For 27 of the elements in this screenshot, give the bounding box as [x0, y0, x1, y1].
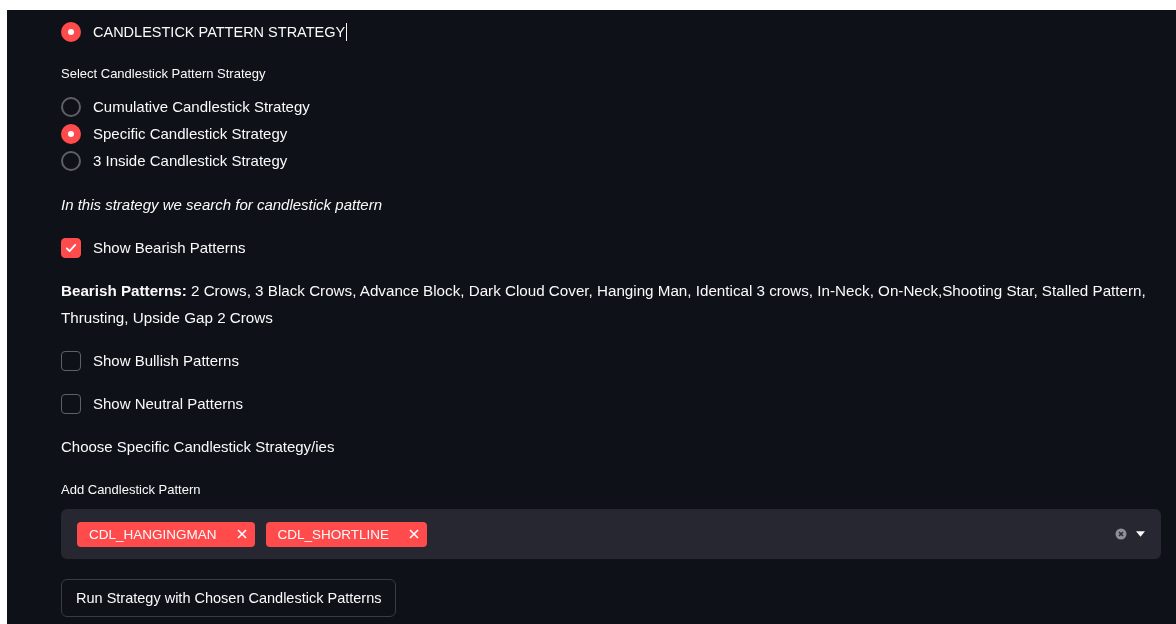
description-text: In this strategy we search for candlestick pattern	[61, 196, 383, 213]
field-label: Add Candlestick Pattern	[61, 482, 202, 497]
tag-label: CDL_SHORTLINE	[277, 526, 390, 542]
radio-button[interactable]	[61, 96, 81, 117]
remove-icon[interactable]	[409, 529, 420, 539]
field-label: Select Candlestick Pattern Strategy	[61, 66, 267, 81]
checkbox[interactable]	[61, 393, 81, 414]
tag-label: CDL_HANGINGMAN	[89, 526, 217, 542]
radio-button[interactable]	[61, 21, 81, 42]
radio-button[interactable]	[61, 150, 81, 171]
checkbox-label[interactable]: Show Bearish Patterns	[93, 239, 246, 256]
checkbox-label[interactable]: Show Neutral Patterns	[93, 395, 244, 412]
text-cursor	[346, 22, 348, 41]
radio-label[interactable]: Cumulative Candlestick Strategy	[93, 98, 310, 115]
checkbox[interactable]	[61, 237, 81, 258]
section-heading: Choose Specific Candlestick Strategy/ies	[61, 437, 336, 457]
radio-label[interactable]: 3 Inside Candlestick Strategy	[93, 152, 288, 169]
checkbox-label[interactable]: Show Bullish Patterns	[93, 352, 239, 369]
caret-icon[interactable]	[1136, 531, 1145, 537]
radio-button[interactable]	[61, 123, 81, 144]
run-strategy-button[interactable]: Run Strategy with Chosen Candlestick Patterns	[61, 579, 397, 617]
patterns-paragraph: Bearish Patterns: 2 Crows, 3 Black Crows, Advance Block, Dark Cloud Cover, Hanging Man, Identical 3 crows, In-Neck, On-Neck,Shooting Star, Stalled Pattern, Thrusting, Upside Gap 2 Crows	[61, 281, 1147, 328]
radio-label[interactable]: Specific Candlestick Strategy	[93, 125, 288, 142]
radio-label[interactable]: CANDLESTICK PATTERN STRATEGY	[93, 23, 346, 40]
checkbox[interactable]	[61, 350, 81, 371]
remove-icon[interactable]	[236, 529, 247, 539]
clear-icon[interactable]	[1115, 528, 1127, 540]
